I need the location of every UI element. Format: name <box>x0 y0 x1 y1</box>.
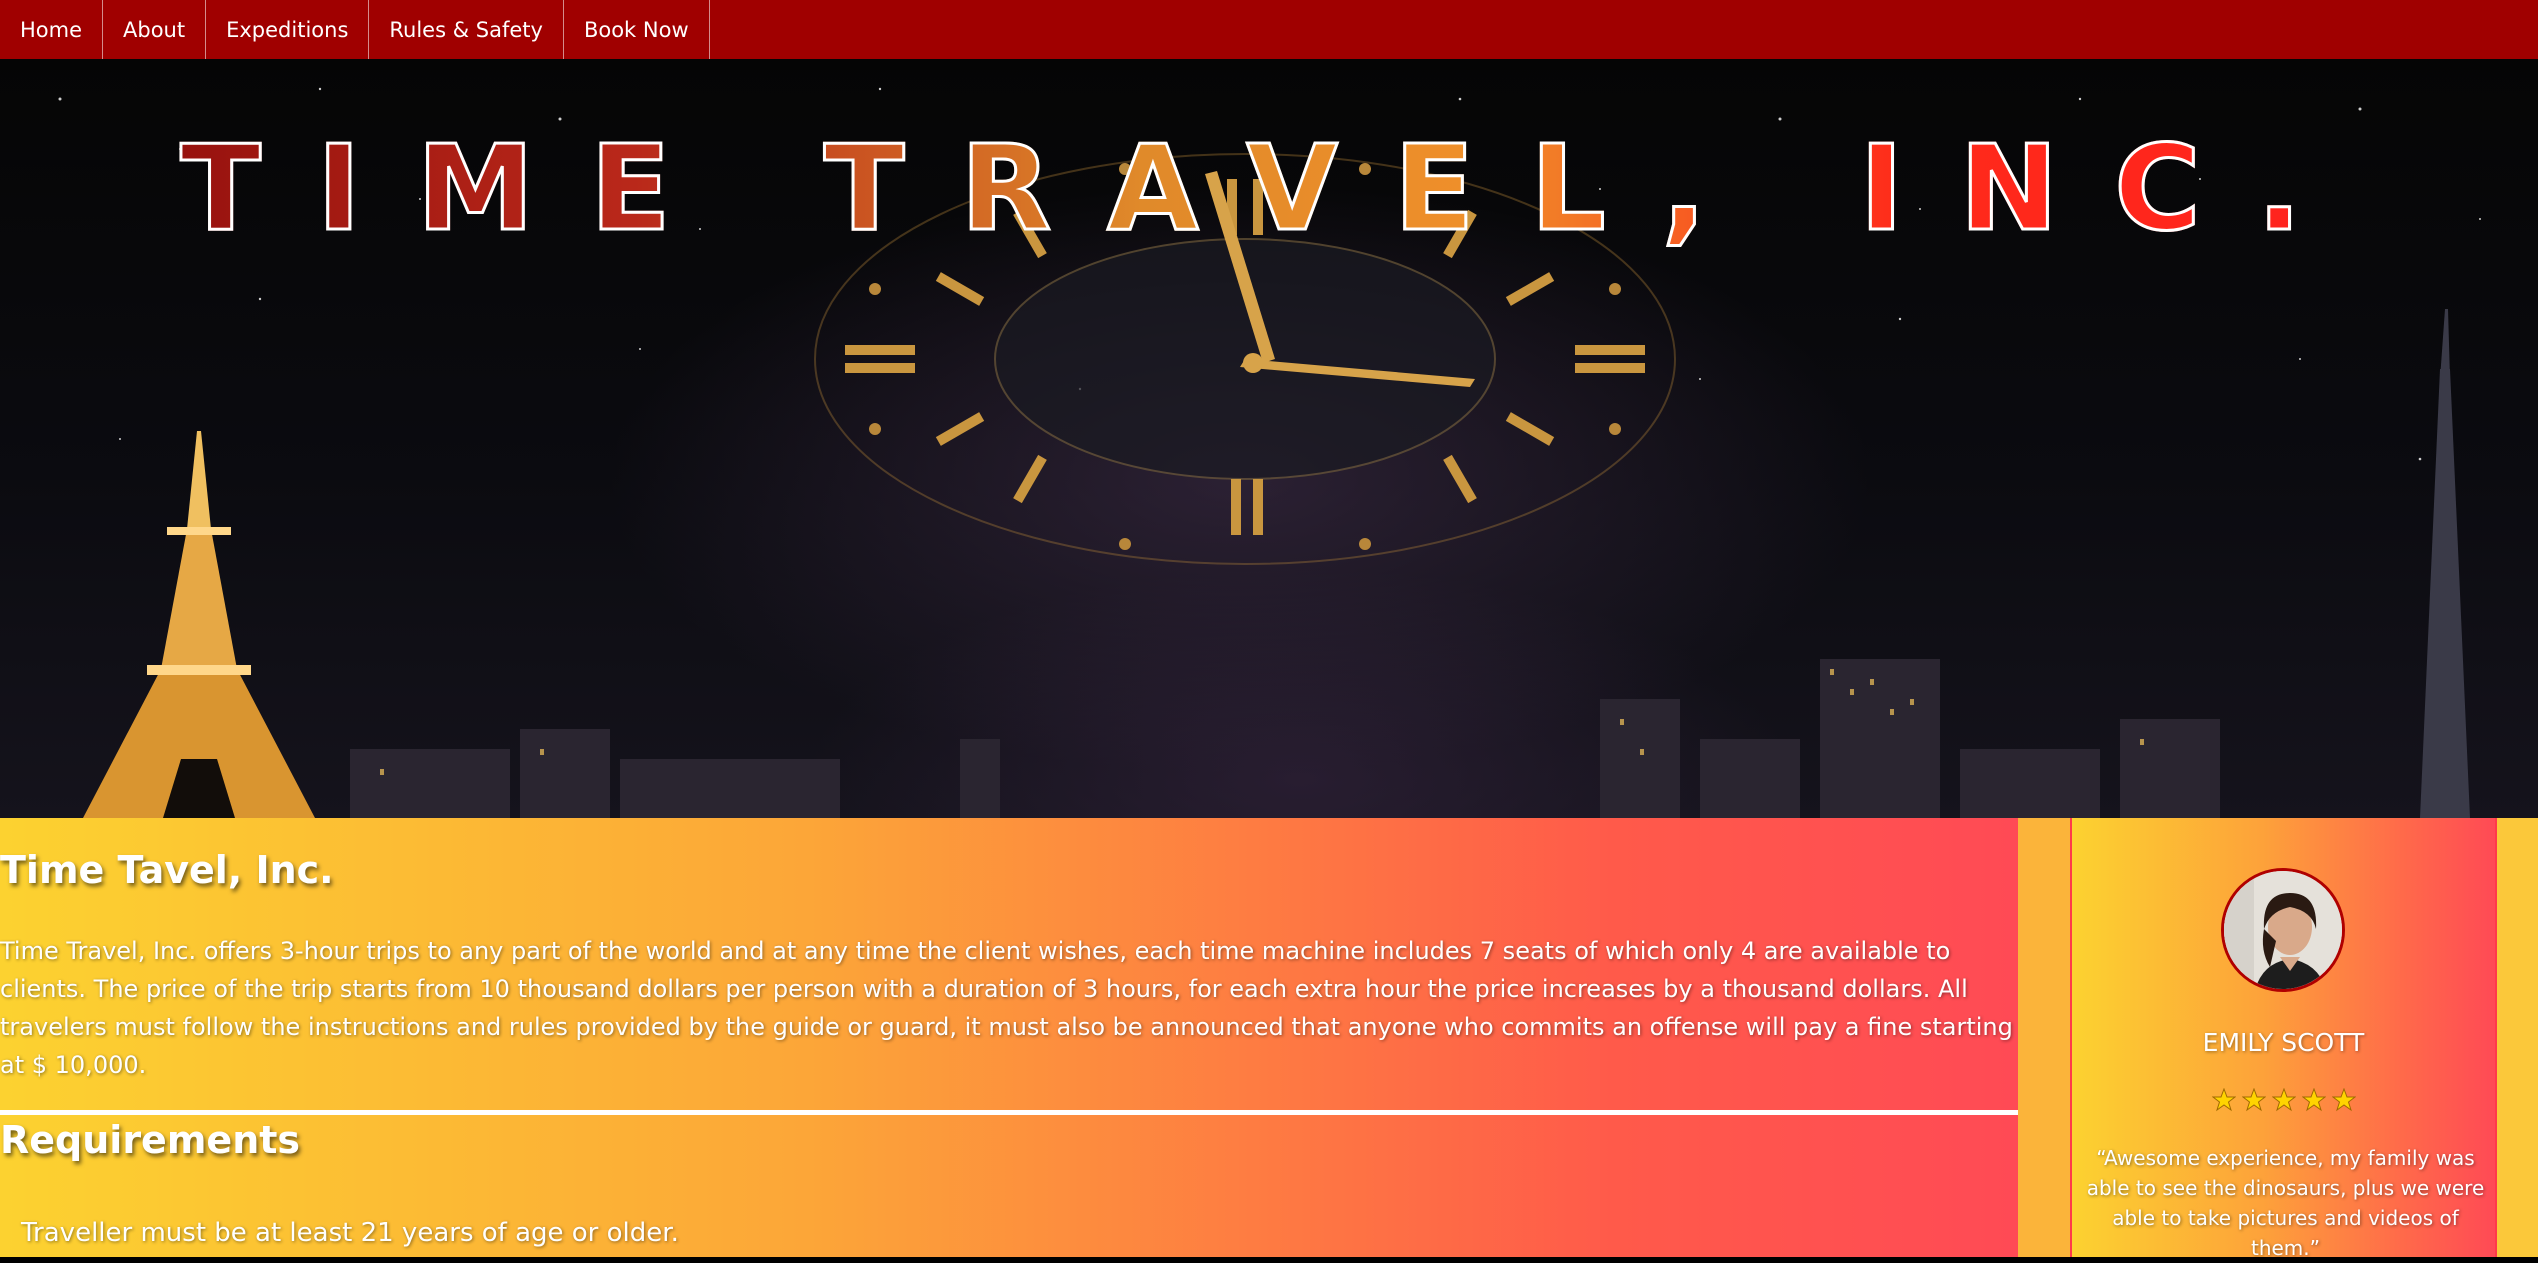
star-icon <box>2331 1088 2356 1112</box>
requirements-heading: Requirements <box>0 1118 301 1162</box>
star-icon <box>2301 1088 2326 1112</box>
nav-about[interactable]: About <box>103 0 207 59</box>
about-paragraph: Time Travel, Inc. offers 3-hour trips to… <box>0 937 2013 1079</box>
requirement-item: Traveller must be at least 21 years of a… <box>21 1218 679 1248</box>
hero-title: TIME TRAVEL, INC. <box>0 118 2538 259</box>
nav-rules-safety[interactable]: Rules & Safety <box>369 0 564 59</box>
star-icon <box>2271 1088 2296 1112</box>
star-icon <box>2241 1088 2266 1112</box>
nav-home[interactable]: Home <box>0 0 104 59</box>
hero-banner: TIME TRAVEL, INC. <box>0 59 2538 818</box>
testimonial-name: EMILY SCOTT <box>2202 1028 2365 1057</box>
testimonial-card: EMILY SCOTT “Awesome experience, my fami… <box>2070 818 2497 1260</box>
testimonial-quote: “Awesome experience, my family was able … <box>2086 1146 2485 1260</box>
star-icon <box>2211 1088 2236 1112</box>
right-edge-strip <box>2497 818 2538 1257</box>
section-divider <box>0 1110 2018 1115</box>
nav-book-now[interactable]: Book Now <box>564 0 710 59</box>
column-gap <box>2018 818 2070 1257</box>
top-nav: Home About Expeditions Rules & Safety Bo… <box>0 0 2538 59</box>
rating-stars <box>2072 1088 2495 1112</box>
about-heading: Time Tavel, Inc. <box>0 848 334 892</box>
nav-expeditions[interactable]: Expeditions <box>206 0 370 59</box>
avatar <box>2221 868 2345 992</box>
about-section: Time Tavel, Inc. Time Travel, Inc. offer… <box>0 818 2018 1257</box>
